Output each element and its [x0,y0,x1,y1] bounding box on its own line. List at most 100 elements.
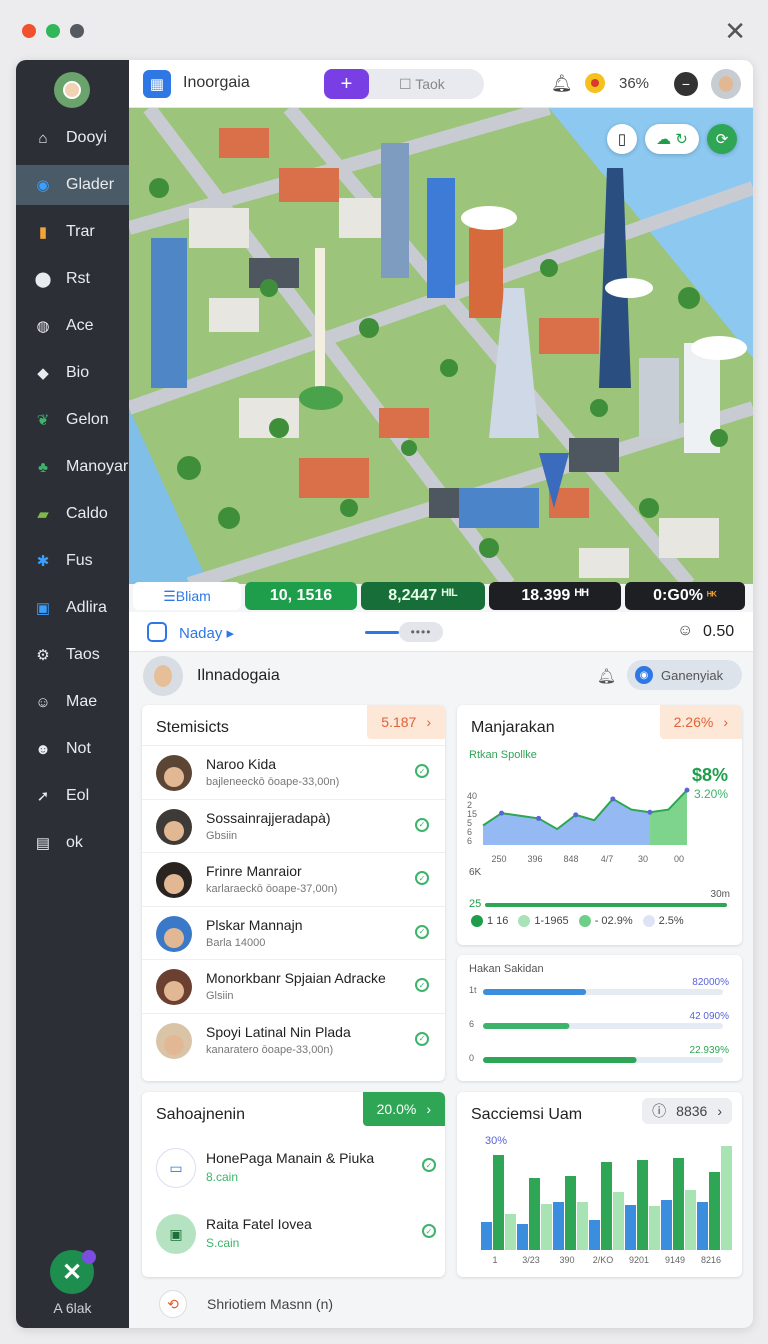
check-icon[interactable]: ✓ [415,1031,429,1046]
x-tick-label: 1 [492,1255,497,1265]
tab-taok[interactable]: ☐ Taok [399,76,445,93]
sidebar-item-label: Taos [66,646,100,663]
sidebar-avatar[interactable] [54,72,90,108]
sidebar-item-fus[interactable]: ✱ Fus [16,541,129,581]
sidebar-item-rst[interactable]: ⬤ Rst [16,259,129,299]
person-subtitle: karlaraeckō ōoape-37,00n) [206,883,338,895]
chart-card-badge[interactable]: 2.26% › [659,705,742,739]
bar-chart-card: Sacciemsi Uam ⓘ 8836 › 1 3/23 390 2/KO 9201 9… [457,1092,742,1277]
task-item[interactable]: ▭ HonePaga Manain & Piuka 8.cain ✓ [156,1144,436,1194]
more-dots-button[interactable]: •••• [399,622,443,642]
sidebar-item-label: Fus [66,552,93,569]
minus-icon[interactable]: − [674,72,698,96]
task-subtitle: S.cain [206,1236,240,1250]
sidebar: ⌂ Dooyi ◉ Glader ▮ Trar ⬤ Rst ◍ Ace ◆ Bio ❦ Gelon ♣ Man… [16,60,129,1328]
slider-track[interactable] [365,631,399,634]
notifications-icon[interactable]: 🔔︎ [551,74,573,94]
data-point [647,809,653,815]
notifications-icon[interactable]: 🔔︎ [597,667,616,685]
sidebar-item-ace[interactable]: ◍ Ace [16,306,129,346]
sidebar-item-caldo[interactable]: ▰ Caldo [16,494,129,534]
zoom-window-button[interactable] [70,24,84,38]
legend-item: 2.5% [642,915,684,928]
x-tick-label: 250 [491,854,506,864]
location-pill[interactable]: ◉ Ganenyiak [627,660,742,690]
person-subtitle: bajleneeckō ōoape-33,00n) [206,776,340,788]
map-layer-button[interactable]: ▯ [607,124,637,154]
legend-label: 1-1965 [534,915,569,927]
sidebar-item-not[interactable]: ☻ Not [16,729,129,769]
square-icon[interactable] [147,622,167,642]
person-subtitle: kanaratero ōoape-33,00n) [206,1043,334,1056]
sidebar-item-eol[interactable]: ➚ Eol [16,776,129,816]
task-item[interactable]: ▣ Raita Fatel Iovea S.cain ✓ [156,1210,436,1260]
person-name: Frinre Manraior [206,863,302,879]
close-icon[interactable]: ✕ [724,18,746,44]
avatar[interactable] [143,656,183,696]
bar [649,1206,660,1250]
grid-icon[interactable]: ▦ [143,70,171,98]
stats-tab[interactable]: ☰ Bliam [133,582,241,610]
people-card-badge[interactable]: 5.187 › [367,705,445,739]
bar-chart-badge-value: 8836 [676,1103,708,1119]
sidebar-item-gelon[interactable]: ❦ Gelon [16,400,129,440]
minimize-window-button[interactable] [46,24,60,38]
chart-card: Manjarakan 2.26% › Rtkan Spollke $8% 3.2… [457,705,742,945]
person-subtitle: Barla 14000 [206,936,266,949]
list-item[interactable]: Plskar Mannajn Barla 14000 ✓ [142,905,445,959]
stat-fourth: 0:G0% ᴴᴷ [625,582,745,610]
map-weather-button[interactable]: ☁ ↻ [645,124,699,154]
avatar [156,755,192,791]
y-tick-label: 6 [467,836,472,846]
data-point [536,815,542,821]
close-window-button[interactable] [22,24,36,38]
list-item[interactable]: Spoyi Latinal Nin Plada kanaratero ōoape-… [142,1012,445,1066]
check-icon[interactable]: ✓ [422,1158,436,1172]
stat-tertiary: 18.399 ᴴᴴ [489,582,621,610]
person-name: Monorkbanr Spjaian Adracke [206,970,386,986]
nav-dropdown[interactable]: Naday ▸ [179,624,234,642]
percent-readout: 36% [619,75,650,92]
map-refresh-button[interactable]: ⟳ [707,124,737,154]
data-point [499,810,505,816]
bar [613,1192,624,1250]
refresh-icon[interactable]: ⟲ [159,1290,187,1318]
sidebar-item-label: Caldo [66,505,108,522]
stats-strip: ☰ Bliam 10, 1516 8,2447 ᴴᴵᴸ 18.399 ᴴᴴ 0:… [129,582,753,612]
check-icon[interactable]: ✓ [422,1224,436,1238]
bar-chart-badge[interactable]: ⓘ 8836 › [642,1098,732,1124]
sidebar-item-taos[interactable]: ⚙ Taos [16,635,129,675]
list-item[interactable]: Frinre Manraior karlaraeckō ōoape-37,00n)… [142,852,445,905]
list-item[interactable]: Monorkbanr Spjaian Adracke Glsiin ✓ [142,959,445,1012]
check-icon[interactable]: ✓ [415,871,429,885]
status-badge[interactable] [585,73,605,93]
sidebar-item-glader[interactable]: ◉ Glader [16,165,129,205]
footer-row[interactable]: ⟲ Shriotiem Masnn (n) [129,1282,753,1326]
sidebar-item-mae[interactable]: ☺ Mae [16,682,129,722]
avatar[interactable] [711,69,741,99]
check-icon[interactable]: ✓ [415,817,429,832]
chart-card-badge-value: 2.26% [673,714,714,730]
close-icon: ✕ [61,1258,83,1286]
sidebar-item-dooyi[interactable]: ⌂ Dooyi [16,118,129,158]
stat-fourth-suffix: ᴴᴷ [706,590,717,602]
tasks-card-badge[interactable]: 20.0% › [362,1092,445,1126]
list-item[interactable]: Sossainrajjeradapà) Gbsiin ✓ [142,798,445,852]
add-fab-button[interactable]: ✕ [50,1250,96,1294]
star-icon: ✱ [36,553,50,570]
list-item[interactable]: Naroo Kida bajleneeckō ōoape-33,00n) ✓ [142,745,445,798]
sidebar-item-trar[interactable]: ▮ Trar [16,212,129,252]
check-icon[interactable]: ✓ [415,924,429,939]
check-icon[interactable]: ✓ [415,978,429,992]
sidebar-item-ok[interactable]: ▤ ok [16,823,129,863]
add-button[interactable]: + [324,69,369,99]
person-subtitle: Glsiin [206,990,234,1002]
sidebar-item-adlira[interactable]: ▣ Adlira [16,588,129,628]
sidebar-item-bio[interactable]: ◆ Bio [16,353,129,393]
data-point [610,796,616,802]
x-tick-label: 3/23 [522,1255,540,1265]
city-map[interactable]: ▯ ☁ ↻ ⟳ [129,108,753,584]
sidebar-item-manoyar[interactable]: ♣ Manoyar [16,447,129,487]
x-tick-label: 848 [563,854,578,864]
check-icon[interactable]: ✓ [415,764,429,778]
